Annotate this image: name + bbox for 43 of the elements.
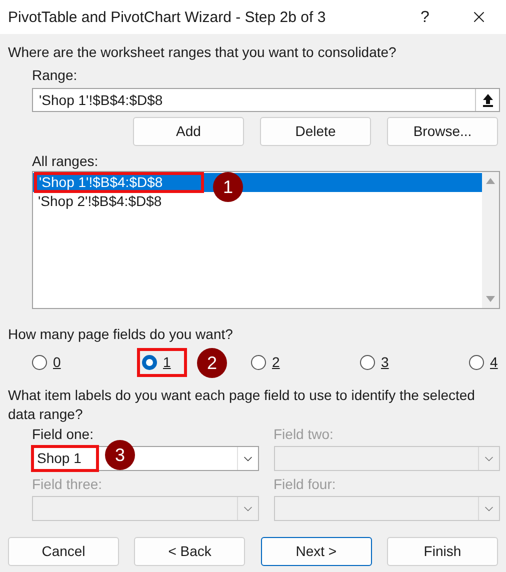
step-number: 1 <box>213 172 243 202</box>
dialog-button[interactable]: Next > <box>260 537 372 566</box>
dialog-button[interactable]: Finish <box>386 537 498 566</box>
window-title: PivotTable and PivotChart Wizard - Step 2b of 3 <box>8 8 327 26</box>
range-label: Range: <box>32 67 78 84</box>
radio-label: 0 <box>53 354 61 371</box>
range-text: 'Shop 2'!$B$4:$D$8 <box>37 193 162 210</box>
radio-button[interactable] <box>32 355 47 370</box>
field-dropdown[interactable] <box>32 496 258 521</box>
all-ranges-label: All ranges: <box>32 153 100 170</box>
field-label: Field one: <box>32 426 94 443</box>
dialog-button[interactable]: Cancel <box>8 537 119 566</box>
dialog-button[interactable]: Add <box>133 117 244 146</box>
item-labels-question: What item labels do you want each page field to use to identify the selected data range? <box>8 386 476 424</box>
dialog-button[interactable]: Delete <box>260 117 371 146</box>
radio-label: 2 <box>272 354 280 371</box>
field-value: Shop 1 <box>37 450 82 467</box>
prompt-text: Where are the worksheet ranges that you want to consolidate? <box>8 44 398 61</box>
scrollbar[interactable] <box>482 172 499 308</box>
radio-label: 3 <box>381 354 389 371</box>
step-number: 2 <box>197 348 227 378</box>
dialog-button[interactable]: Browse... <box>387 117 498 146</box>
help-button[interactable]: ? <box>410 8 440 26</box>
field-label: Field two: <box>274 426 334 443</box>
range-value: 'Shop 1'!$B$4:$D$8 <box>39 92 164 108</box>
radio-button[interactable] <box>469 355 484 370</box>
scroll-down-icon <box>486 296 495 302</box>
radio-label: 1 <box>163 354 171 371</box>
upload-arrow-icon <box>482 93 494 107</box>
page-fields-question: How many page fields do you want? <box>8 326 233 343</box>
radio-label: 4 <box>490 354 498 371</box>
field-dropdown[interactable] <box>274 496 500 521</box>
step-number: 3 <box>105 440 135 470</box>
dialog-button[interactable]: < Back <box>134 537 246 566</box>
radio-button[interactable] <box>251 355 266 370</box>
range-field[interactable]: 'Shop 1'!$B$4:$D$8 <box>32 88 500 112</box>
field-label: Field three: <box>32 476 102 493</box>
radio-button[interactable] <box>360 355 375 370</box>
scroll-up-icon <box>486 178 495 184</box>
range-text: 'Shop 1'!$B$4:$D$8 <box>39 174 163 191</box>
radio-button[interactable] <box>142 355 157 370</box>
field-dropdown[interactable] <box>274 446 500 471</box>
field-label: Field four: <box>274 476 336 493</box>
